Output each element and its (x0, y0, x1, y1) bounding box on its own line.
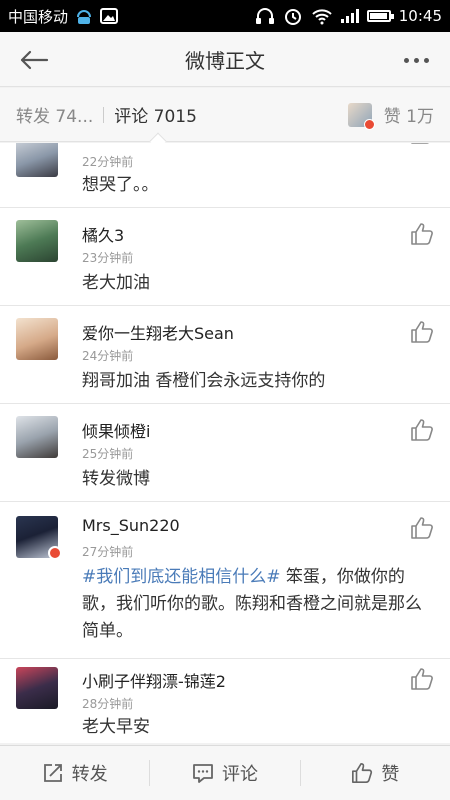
comment-label: 评论 (221, 764, 258, 785)
comment-time: 25分钟前 (82, 447, 134, 461)
carrier-label: 中国移动 (8, 7, 69, 26)
more-button[interactable] (398, 42, 434, 78)
repost-label: 转发 (71, 764, 108, 785)
bottom-action-bar: 转发 评论 赞 (0, 745, 450, 800)
comment-button[interactable]: 评论 (150, 746, 299, 800)
tab-bar: 转发 74... 评论 7015 赞 1万 (0, 88, 450, 150)
usb-icon (77, 10, 92, 24)
comment-author[interactable]: 橘久3 (82, 222, 124, 246)
comment-text: 翔哥加油 香橙们会永远支持你的 (82, 371, 326, 391)
comment-author[interactable]: Mrs_Sun220 (82, 516, 180, 535)
battery-icon (366, 10, 394, 22)
tab-like[interactable]: 赞 1万 (347, 102, 434, 130)
signal-icon (340, 9, 359, 23)
avatar[interactable] (16, 143, 58, 177)
comment-time: 24分钟前 (82, 349, 134, 363)
more-icon (403, 57, 409, 63)
thumb-up-icon (352, 763, 373, 783)
status-bar: 中国移动 10:45 (0, 0, 450, 32)
tab-like-label: 赞 1万 (383, 107, 434, 127)
list-item[interactable]: 橘久3 23分钟前 老大加油 (0, 208, 450, 306)
comment-time: 27分钟前 (82, 545, 134, 559)
like-label: 赞 (381, 764, 400, 785)
thumb-up-icon[interactable] (410, 222, 434, 246)
avatar[interactable] (16, 220, 58, 262)
comment-author[interactable]: 倾果倾橙i (82, 418, 150, 442)
repost-icon (43, 764, 62, 782)
thumb-up-icon[interactable] (410, 143, 434, 145)
comment-author[interactable]: 小刷子伴翔漂-锦莲2 (82, 668, 226, 692)
image-icon (100, 8, 119, 24)
comment-list[interactable]: 22分钟前 想哭了。。 橘久3 23分钟前 老大加油 爱你一生翔老大Sean 2… (0, 143, 450, 743)
avatar[interactable] (16, 416, 58, 458)
list-item[interactable]: 爱你一生翔老大Sean 24分钟前 翔哥加油 香橙们会永远支持你的 (0, 306, 450, 404)
comment-time: 28分钟前 (82, 697, 134, 711)
alarm-icon (284, 9, 301, 25)
back-button[interactable] (16, 42, 52, 78)
tab-divider (103, 106, 105, 123)
comment-text: 老大早安 (82, 717, 150, 737)
thumb-up-icon[interactable] (410, 667, 434, 691)
nav-bar: 微博正文 (0, 32, 450, 87)
avatar[interactable] (16, 318, 58, 360)
headphones-icon (255, 8, 274, 24)
comment-author[interactable]: 爱你一生翔老大Sean (82, 320, 234, 344)
tab-repost[interactable]: 转发 74... (16, 102, 93, 127)
arrow-left-icon (20, 50, 49, 70)
list-item[interactable]: 倾果倾橙i 25分钟前 转发微博 (0, 404, 450, 502)
thumb-up-icon[interactable] (410, 320, 434, 344)
page-title: 微博正文 (185, 48, 265, 73)
verified-badge-icon (48, 546, 62, 560)
hashtag-link[interactable]: #我们到底还能相信什么# (82, 567, 281, 587)
tab-comment[interactable]: 评论 7015 (114, 102, 197, 150)
tab-comment-label: 评论 7015 (114, 107, 197, 127)
repost-button[interactable]: 转发 (0, 746, 149, 800)
avatar (347, 102, 375, 130)
list-item[interactable]: 小刷子伴翔漂-锦莲2 28分钟前 老大早安 (0, 659, 450, 743)
avatar[interactable] (16, 667, 58, 709)
list-item[interactable]: Mrs_Sun220 27分钟前 #我们到底还能相信什么# 笨蛋，你做你的歌，我… (0, 502, 450, 659)
thumb-up-icon[interactable] (410, 516, 434, 540)
comment-text: 老大加油 (82, 273, 150, 293)
comment-icon (193, 764, 213, 783)
thumb-up-icon[interactable] (410, 418, 434, 442)
comment-text: #我们到底还能相信什么# 笨蛋，你做你的歌，我们听你的歌。陈翔和香橙之间就是那么… (82, 567, 422, 641)
clock: 10:45 (398, 7, 442, 25)
comment-time: 23分钟前 (82, 251, 134, 265)
wifi-icon (312, 9, 332, 25)
comment-time: 22分钟前 (82, 155, 134, 169)
comment-text: 想哭了。。 (82, 175, 159, 195)
list-item[interactable]: 22分钟前 想哭了。。 (0, 143, 450, 208)
like-button[interactable]: 赞 (301, 746, 450, 800)
badge-icon (363, 118, 375, 130)
comment-text: 转发微博 (82, 469, 150, 489)
